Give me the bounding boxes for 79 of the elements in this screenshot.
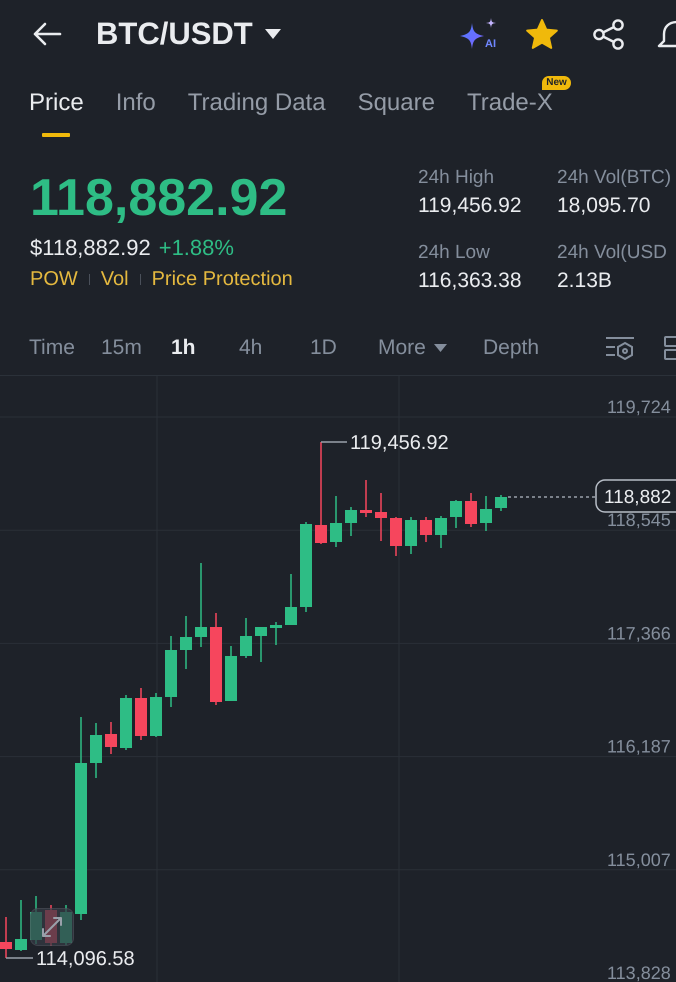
stat-label: 24h High xyxy=(418,166,496,190)
stat-value: 119,456.92 xyxy=(418,194,523,218)
back-arrow-icon[interactable] xyxy=(32,22,62,46)
star-icon[interactable] xyxy=(526,18,558,50)
bullish-candle xyxy=(150,693,162,737)
interval-tab[interactable]: 1h xyxy=(171,334,196,360)
bullish-candle xyxy=(495,495,507,511)
bullish-candle xyxy=(255,627,267,662)
interval-tab[interactable]: Time xyxy=(29,334,75,360)
interval-tab[interactable]: 1D xyxy=(310,334,337,360)
last-price-tag[interactable]: 118,882 xyxy=(595,479,676,513)
bullish-candle xyxy=(435,516,447,548)
high-price-label: 119,456.92 xyxy=(350,432,449,454)
pair-selector[interactable]: BTC/USDT xyxy=(96,16,281,52)
price-axis-label: 115,007 xyxy=(607,850,671,870)
price-axis-label: 119,724 xyxy=(607,397,671,417)
bullish-candle xyxy=(270,622,282,645)
tab-underline xyxy=(42,133,70,137)
bullish-candle xyxy=(180,616,192,669)
tab[interactable]: Trade-X xyxy=(466,90,553,142)
bullish-candle xyxy=(225,646,237,701)
ai-assistant-button[interactable]: AI xyxy=(459,18,496,50)
low-price-label: 114,096.58 xyxy=(36,948,135,970)
price-axis-label: 116,187 xyxy=(607,736,671,757)
tab[interactable]: Square xyxy=(358,90,435,142)
expand-button[interactable] xyxy=(30,908,74,946)
stat-label: 24h Low xyxy=(418,241,491,265)
leader-line xyxy=(321,441,347,443)
interval-tab[interactable]: 4h xyxy=(239,334,262,360)
coin-tag-link[interactable]: POW xyxy=(30,267,78,291)
bearish-candle xyxy=(360,480,372,517)
bullish-candle xyxy=(90,723,102,778)
sparkle-icon xyxy=(459,22,485,50)
bullish-candle xyxy=(285,574,297,625)
coin-tag-link[interactable]: Price Protection xyxy=(152,267,293,291)
usd-price: $118,882.92 xyxy=(30,235,151,261)
tab-badge: New xyxy=(542,76,571,90)
price-axis-label: 118,545 xyxy=(607,510,671,530)
stat-label: 24h Vol(BTC) xyxy=(557,166,672,190)
bullish-candle xyxy=(480,496,492,531)
grid-icon[interactable] xyxy=(664,336,676,360)
bearish-candle xyxy=(375,493,387,541)
leader-line xyxy=(6,957,33,959)
caret-down-icon xyxy=(434,344,447,352)
small-sparkle-icon xyxy=(486,18,496,28)
bullish-candle xyxy=(330,496,342,547)
coin-tag-link[interactable]: Vol xyxy=(100,267,129,291)
bearish-candle xyxy=(135,688,147,740)
tab[interactable]: Trading Data xyxy=(188,90,326,142)
bearish-candle xyxy=(390,517,402,556)
caret-down-icon xyxy=(264,29,281,39)
diagonal-arrows-icon xyxy=(40,915,64,939)
bullish-candle xyxy=(240,618,252,658)
bearish-candle xyxy=(0,917,12,958)
tab[interactable]: Price xyxy=(29,90,84,142)
interval-tab[interactable]: 15m xyxy=(101,334,142,360)
bell-icon[interactable] xyxy=(655,18,676,50)
price-axis-label: 113,828 xyxy=(607,963,671,982)
price-change: +1.88% xyxy=(158,235,234,261)
share-icon[interactable] xyxy=(593,18,624,50)
stat-value: 18,095.70 xyxy=(557,194,652,218)
bearish-candle xyxy=(420,517,432,542)
bullish-candle xyxy=(165,636,177,707)
bearish-candle xyxy=(105,722,117,754)
stat-label: 24h Vol(USD xyxy=(557,241,668,265)
bullish-candle xyxy=(15,900,27,951)
interval-tab[interactable]: Depth xyxy=(483,334,540,360)
bullish-candle xyxy=(405,517,417,554)
price-axis-label: 117,366 xyxy=(607,623,671,644)
interval-tab[interactable]: More xyxy=(378,334,447,360)
last-price: 118,882.92 xyxy=(30,170,288,226)
stat-value: 116,363.38 xyxy=(418,269,523,293)
bullish-candle xyxy=(345,507,357,536)
lines-hexagon-icon[interactable] xyxy=(606,336,634,360)
bullish-candle xyxy=(120,695,132,750)
tab[interactable]: Info xyxy=(116,90,156,142)
bullish-candle xyxy=(450,500,462,528)
stat-value: 2.13B xyxy=(557,269,613,293)
bearish-candle xyxy=(465,493,477,527)
